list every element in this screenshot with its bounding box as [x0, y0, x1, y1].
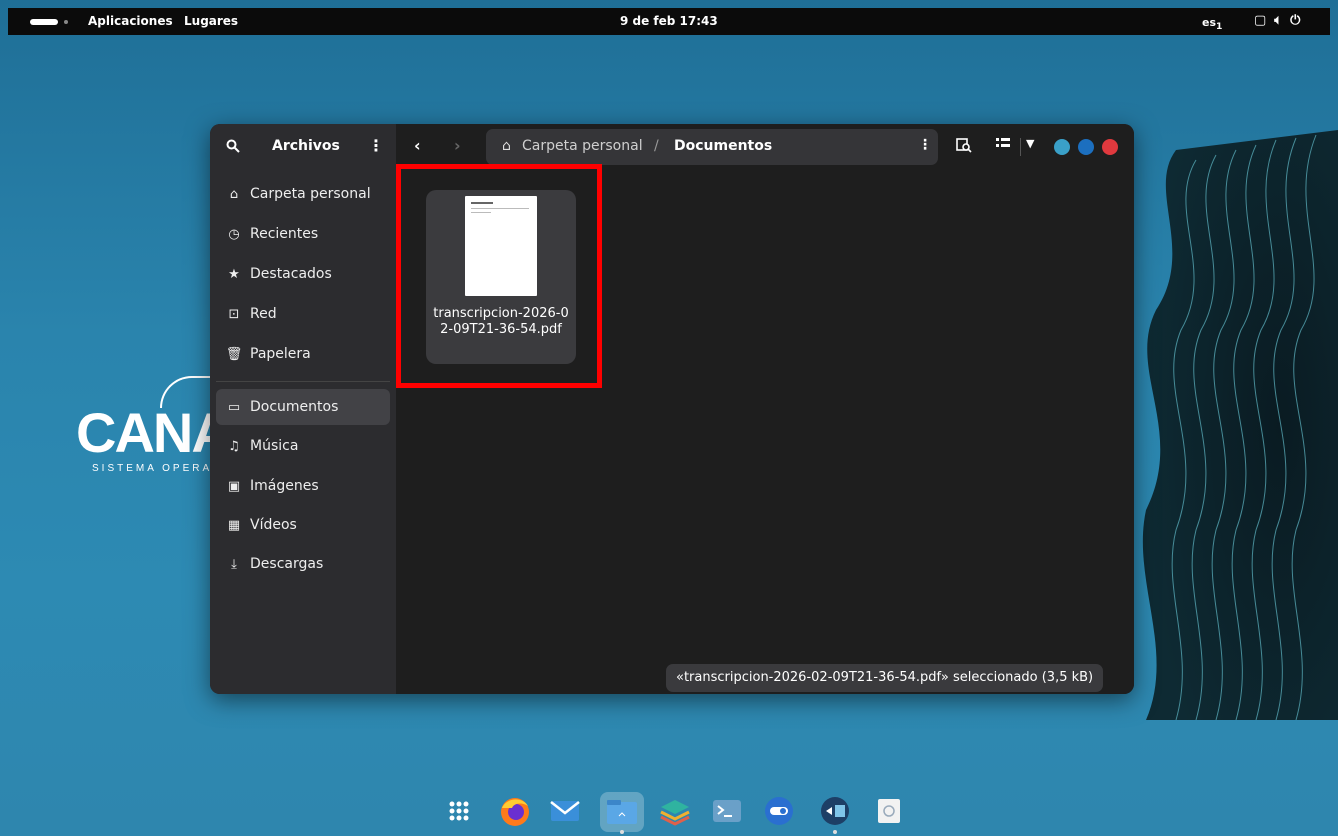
sidebar-header: Archivos ⋮ [210, 124, 396, 170]
home-icon: ⌂ [502, 138, 511, 154]
mail-icon[interactable] [548, 794, 582, 828]
sidebar-item-documents[interactable]: ▭ Documentos [216, 389, 390, 425]
terminal-icon[interactable] [710, 794, 744, 828]
sidebar-item-videos[interactable]: ▦ Vídeos [216, 507, 390, 543]
maximize-button[interactable] [1078, 139, 1094, 155]
sidebar-item-recent[interactable]: ◷ Recientes [216, 216, 390, 252]
volume-icon: 🔈︎ [1274, 13, 1291, 28]
sidebar-item-label: Red [250, 306, 277, 322]
layers-icon[interactable] [658, 794, 692, 828]
sidebar-item-music[interactable]: ♫ Música [216, 428, 390, 464]
sidebar: Archivos ⋮ ⌂ Carpeta personal ◷ Recientes … [210, 124, 396, 694]
toggle-icon[interactable] [762, 794, 796, 828]
download-icon: ⤓ [231, 556, 237, 572]
path-bar[interactable]: ⌂ Carpeta personal / Documentos ⋮ [486, 129, 938, 165]
sidebar-divider [216, 381, 390, 382]
running-indicator [620, 830, 624, 834]
music-icon: ♫ [228, 438, 240, 454]
file-manager-window: Archivos ⋮ ⌂ Carpeta personal ◷ Recientes … [210, 124, 1134, 694]
network-share-icon[interactable] [818, 794, 852, 828]
minimize-button[interactable] [1054, 139, 1070, 155]
sidebar-item-label: Descargas [250, 556, 324, 572]
sidebar-item-label: Imágenes [250, 478, 319, 494]
desktop-logo-subtitle: SISTEMA OPERAT [92, 463, 221, 474]
sidebar-item-label: Recientes [250, 226, 319, 242]
screen-icon: ▢ [1254, 13, 1275, 28]
sidebar-item-label: Destacados [250, 266, 332, 282]
clock[interactable]: 9 de feb 17:43 [620, 14, 718, 28]
trash-icon[interactable] [872, 794, 906, 828]
language-indicator[interactable]: es1 [1202, 16, 1222, 32]
image-icon: ▣ [227, 478, 241, 494]
sidebar-item-label: Música [250, 438, 299, 454]
workspace-dot[interactable] [64, 20, 68, 24]
status-bar: «transcripcion-2026-02-09T21-36-54.pdf» … [666, 664, 1104, 692]
clock-icon: ◷ [228, 226, 240, 242]
list-view-icon[interactable] [996, 137, 1010, 152]
power-icon: ⏻ [1290, 13, 1309, 28]
sidebar-item-label: Carpeta personal [250, 186, 371, 202]
star-icon: ★ [228, 266, 240, 282]
selection-highlight-box [396, 164, 602, 388]
document-icon: ▭ [227, 399, 241, 415]
sidebar-item-downloads[interactable]: ⤓ Descargas [216, 546, 390, 582]
home-icon: ⌂ [229, 186, 239, 202]
dock [440, 790, 910, 836]
network-icon: ⊡ [228, 306, 240, 322]
activities-indicator[interactable] [30, 19, 58, 25]
forward-button[interactable]: › [454, 136, 461, 155]
apps-grid-icon[interactable] [442, 794, 476, 828]
breadcrumb-separator: / [654, 138, 659, 154]
search-icon[interactable] [226, 138, 240, 157]
applications-menu[interactable]: Aplicaciones [88, 14, 173, 28]
top-bar: Aplicaciones Lugares 9 de feb 17:43 es1 … [8, 8, 1330, 35]
close-button[interactable] [1102, 139, 1118, 155]
toolbar-divider [1020, 138, 1021, 156]
video-icon: ▦ [227, 517, 241, 533]
breadcrumb-current[interactable]: Documentos [674, 138, 772, 154]
folder-menu-icon[interactable]: ⋮ [918, 137, 932, 153]
sidebar-item-pictures[interactable]: ▣ Imágenes [216, 468, 390, 504]
view-options-dropdown-icon[interactable]: ▼ [1026, 137, 1034, 150]
sidebar-item-label: Documentos [250, 399, 339, 415]
search-folder-icon[interactable] [956, 137, 972, 157]
files-icon[interactable] [600, 792, 644, 832]
desktop-logo: CANA [76, 401, 232, 464]
system-tray[interactable]: ▢🔈︎⏻ [1254, 13, 1308, 28]
breadcrumb-home[interactable]: Carpeta personal [522, 138, 643, 154]
sidebar-item-label: Vídeos [250, 517, 297, 533]
sidebar-item-network[interactable]: ⊡ Red [216, 296, 390, 332]
sidebar-item-label: Papelera [250, 346, 311, 362]
wallpaper-wave [1142, 130, 1338, 720]
sidebar-item-trash[interactable]: 🗑 Papelera [216, 336, 390, 372]
places-menu[interactable]: Lugares [184, 14, 238, 28]
back-button[interactable]: ‹ [414, 136, 421, 155]
main-menu-icon[interactable]: ⋮ [368, 136, 384, 155]
sidebar-item-home[interactable]: ⌂ Carpeta personal [216, 176, 390, 212]
trash-icon: 🗑 [225, 346, 243, 362]
app-title: Archivos [272, 138, 340, 154]
running-indicator [833, 830, 837, 834]
firefox-icon[interactable] [498, 794, 532, 828]
sidebar-item-starred[interactable]: ★ Destacados [216, 256, 390, 292]
